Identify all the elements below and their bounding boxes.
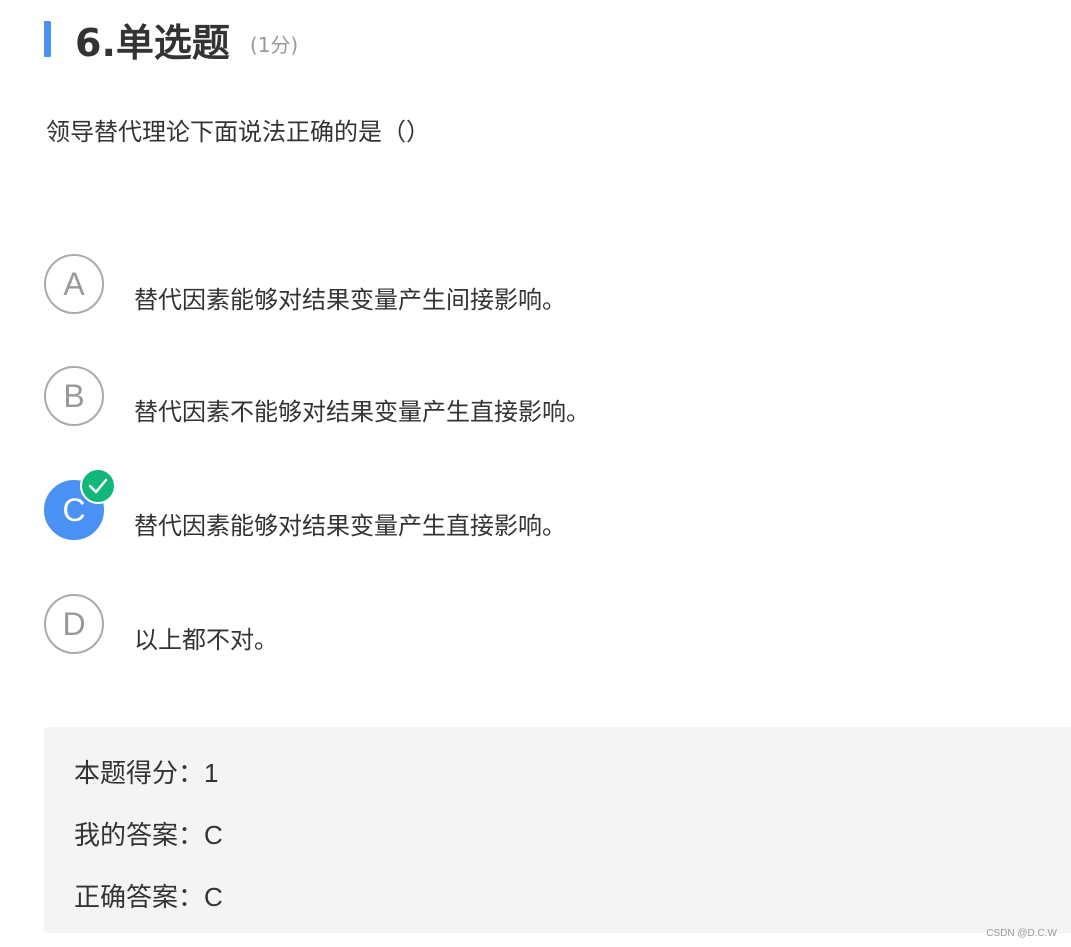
question-score: (1分) [249, 32, 299, 57]
question-title: 6.单选题 [75, 20, 230, 65]
correct-answer-line: 正确答案：C [74, 877, 223, 914]
option-c-text: 替代因素能够对结果变量产生直接影响。 [134, 512, 566, 540]
score-line: 本题得分：1 [74, 753, 218, 790]
option-b-letter: B [63, 377, 85, 414]
option-a-text: 替代因素能够对结果变量产生间接影响。 [134, 286, 566, 314]
option-b-text: 替代因素不能够对结果变量产生直接影响。 [134, 398, 590, 426]
my-answer-value: C [204, 820, 223, 850]
option-a-letter: A [63, 265, 85, 302]
score-label: 本题得分： [74, 759, 205, 789]
title-accent-bar [44, 21, 51, 57]
option-a-circle[interactable]: A [44, 254, 104, 314]
option-b[interactable]: B 替代因素不能够对结果变量产生直接影响。 [44, 366, 944, 426]
my-answer-label: 我的答案： [74, 821, 205, 851]
option-d-text: 以上都不对。 [134, 626, 278, 654]
correct-answer-value: C [204, 882, 223, 912]
option-a[interactable]: A 替代因素能够对结果变量产生间接影响。 [44, 254, 944, 314]
score-value: 1 [204, 758, 219, 788]
result-panel: 本题得分：1 我的答案：C 正确答案：C [44, 727, 1071, 933]
question-stem: 领导替代理论下面说法正确的是（） [46, 118, 430, 146]
watermark: CSDN @D.C.W [986, 928, 1057, 939]
option-d-circle[interactable]: D [44, 594, 104, 654]
correct-answer-label: 正确答案： [74, 883, 205, 913]
option-d[interactable]: D 以上都不对。 [44, 594, 944, 654]
option-c-letter: C [62, 491, 86, 528]
my-answer-line: 我的答案：C [74, 815, 223, 852]
option-c[interactable]: C 替代因素能够对结果变量产生直接影响。 [44, 468, 944, 540]
option-b-circle[interactable]: B [44, 366, 104, 426]
question-header: 6.单选题 (1分) [44, 14, 299, 65]
check-icon [80, 468, 116, 504]
option-d-letter: D [62, 605, 86, 642]
question-page: 6.单选题 (1分) 领导替代理论下面说法正确的是（） A 替代因素能够对结果变… [0, 0, 1071, 947]
